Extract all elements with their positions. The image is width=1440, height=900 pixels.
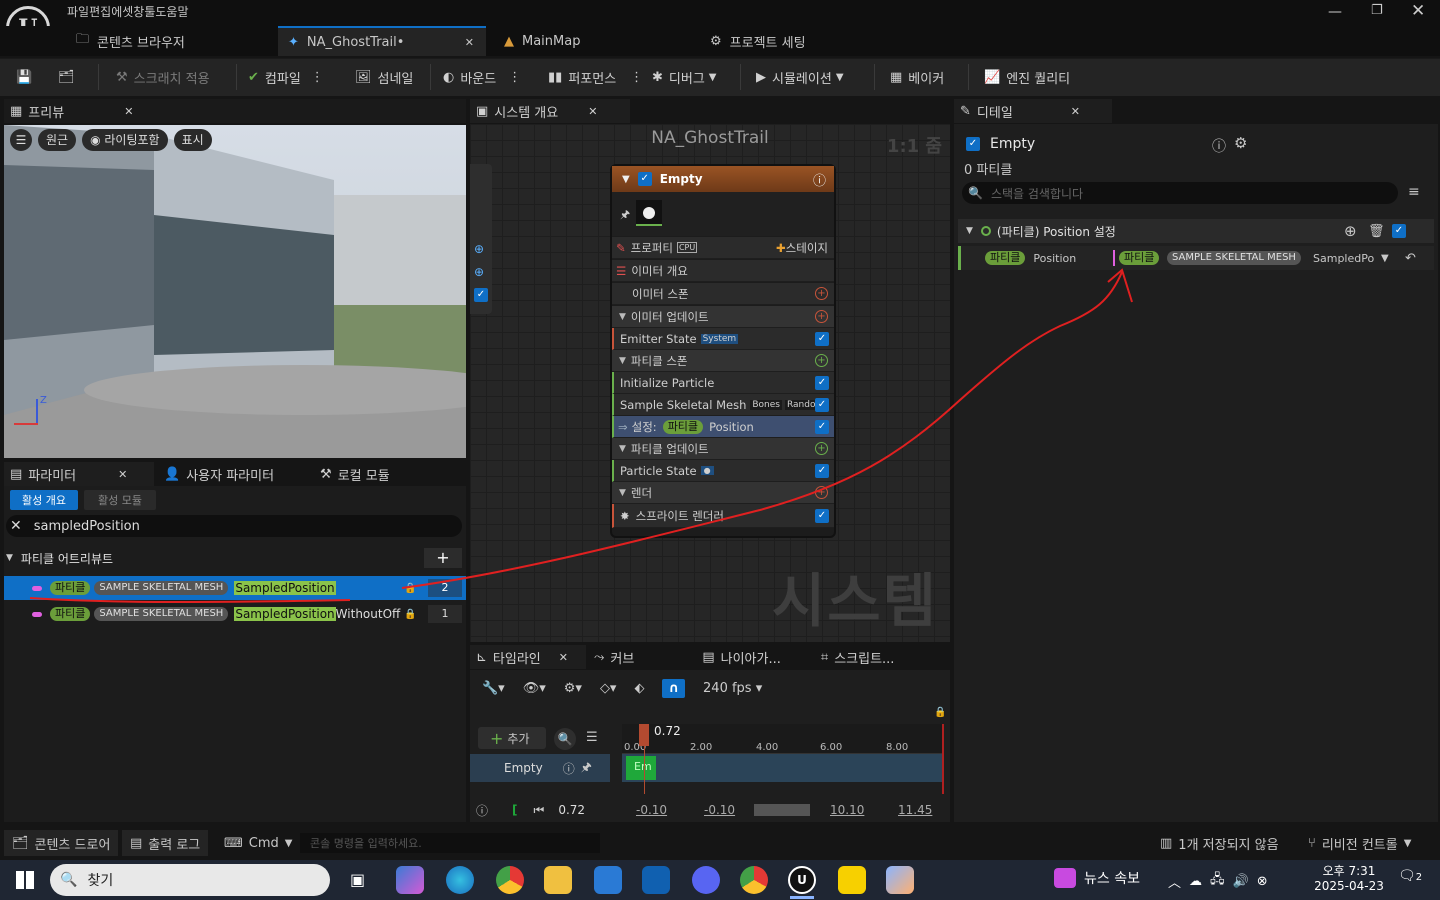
file-explorer-icon[interactable] bbox=[544, 866, 572, 894]
revision-label: 리비전 컨트롤 bbox=[1321, 837, 1398, 853]
mute-icon[interactable]: ⊗ bbox=[1257, 874, 1268, 889]
chevron-down-icon: ▼ bbox=[1403, 837, 1412, 849]
news-label: 뉴스 속보 bbox=[1084, 871, 1140, 887]
cmd-label: Cmd bbox=[248, 835, 279, 851]
console-input[interactable]: 콘솔 명령을 입력하세요. bbox=[300, 833, 600, 853]
outlook-icon[interactable] bbox=[642, 866, 670, 894]
unsaved-label: 1개 저장되지 않음 bbox=[1178, 837, 1279, 853]
search-icon: 🔍 bbox=[60, 872, 78, 888]
notification-icon[interactable]: 🗨2 bbox=[1398, 868, 1422, 884]
news-widget[interactable]: 뉴스 속보 bbox=[1054, 868, 1140, 888]
branch-icon: ⑂ bbox=[1308, 835, 1316, 851]
output-log-button[interactable]: ▤ 출력 로그 bbox=[122, 830, 209, 856]
content-drawer-button[interactable]: 🗂 콘텐츠 드로어 bbox=[4, 830, 119, 856]
kakaotalk-icon[interactable] bbox=[838, 866, 866, 894]
news-icon bbox=[1054, 868, 1076, 888]
chevron-down-icon: ▼ bbox=[284, 837, 293, 849]
chevron-up-icon[interactable]: ︿ bbox=[1168, 872, 1181, 891]
unsaved-button[interactable]: ▥ 1개 저장되지 않음 bbox=[1160, 830, 1279, 856]
output-log-label: 출력 로그 bbox=[148, 837, 201, 853]
chrome-profile-icon[interactable] bbox=[740, 866, 768, 894]
search-label: 찾기 bbox=[87, 873, 114, 889]
onedrive-icon[interactable]: ☁ bbox=[1189, 874, 1202, 889]
system-tray: ︿ ☁ 🖧 🔊 ⊗ bbox=[1168, 870, 1268, 892]
terminal-icon: ⌨ bbox=[224, 835, 243, 851]
console-placeholder: 콘솔 명령을 입력하세요. bbox=[310, 837, 422, 850]
unsaved-icon: ▥ bbox=[1160, 835, 1173, 851]
taskbar-search[interactable]: 🔍 찾기 bbox=[50, 864, 330, 896]
notification-count: 2 bbox=[1415, 872, 1423, 883]
store-icon[interactable] bbox=[594, 866, 622, 894]
discord-icon[interactable] bbox=[692, 866, 720, 894]
task-view-icon[interactable]: ▣ bbox=[350, 870, 365, 889]
edge-icon[interactable] bbox=[446, 866, 474, 894]
log-icon: ▤ bbox=[130, 835, 143, 851]
volume-icon[interactable]: 🔊 bbox=[1233, 874, 1249, 889]
unreal-engine-icon[interactable]: U bbox=[788, 866, 816, 894]
date-label: 2025-04-23 bbox=[1314, 879, 1384, 893]
app-icon[interactable] bbox=[886, 866, 914, 894]
network-icon[interactable]: 🖧 bbox=[1210, 870, 1225, 892]
cmd-dropdown[interactable]: ⌨ Cmd ▼ bbox=[218, 830, 298, 856]
content-drawer-label: 콘텐츠 드로어 bbox=[34, 837, 111, 853]
windows-start-icon[interactable] bbox=[16, 871, 34, 889]
revision-control-button[interactable]: ⑂ 리비전 컨트롤 ▼ bbox=[1308, 830, 1411, 856]
active-indicator bbox=[790, 896, 814, 899]
chrome-icon[interactable] bbox=[496, 866, 524, 894]
drawer-icon: 🗂 bbox=[12, 835, 29, 851]
copilot-icon[interactable] bbox=[396, 866, 424, 894]
annotation-overlay bbox=[29, 268, 1133, 603]
time-label: 오후 7:31 bbox=[1322, 864, 1376, 878]
clock[interactable]: 오후 7:31 2025-04-23 bbox=[1312, 862, 1386, 893]
